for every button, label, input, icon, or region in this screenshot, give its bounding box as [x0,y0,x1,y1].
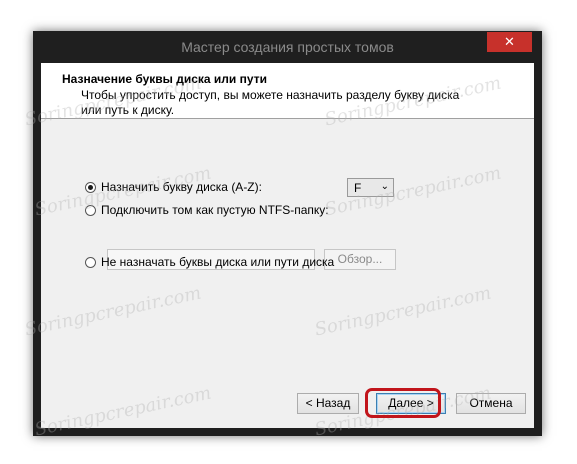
option-no-letter[interactable]: Не назначать буквы диска или пути диска [85,255,334,269]
drive-letter-value: F [354,181,362,195]
chevron-down-icon: ⌄ [380,181,389,192]
window-title: Мастер создания простых томов [181,39,394,55]
back-button[interactable]: < Назад [297,393,359,414]
radio-assign-letter[interactable] [85,181,96,193]
option-assign-letter-label: Назначить букву диска (A-Z): [101,180,262,194]
option-mount-folder[interactable]: Подключить том как пустую NTFS-папку: [85,203,329,217]
page-title: Назначение буквы диска или пути [62,72,267,86]
page-description: Чтобы упростить доступ, вы можете назнач… [81,88,460,117]
cancel-button[interactable]: Отмена [456,393,526,414]
option-no-letter-label: Не назначать буквы диска или пути диска [101,255,335,269]
option-mount-folder-label: Подключить том как пустую NTFS-папку: [101,203,329,217]
drive-letter-select[interactable]: F ⌄ [347,178,394,197]
radio-no-letter[interactable] [85,256,96,268]
browse-button[interactable]: Обзор... [324,249,396,270]
close-button[interactable]: ✕ [487,32,532,52]
close-icon: ✕ [504,34,515,49]
wizard-dialog: Назначение буквы диска или пути Чтобы уп… [41,63,534,428]
option-assign-letter[interactable]: Назначить букву диска (A-Z): [85,180,262,194]
next-button-highlight [365,388,441,418]
wizard-window-frame: Мастер создания простых томов ✕ Назначен… [23,31,542,440]
title-bar: Мастер создания простых томов ✕ [33,31,542,63]
radio-mount-folder[interactable] [85,204,96,216]
wizard-header: Назначение буквы диска или пути Чтобы уп… [41,63,534,119]
